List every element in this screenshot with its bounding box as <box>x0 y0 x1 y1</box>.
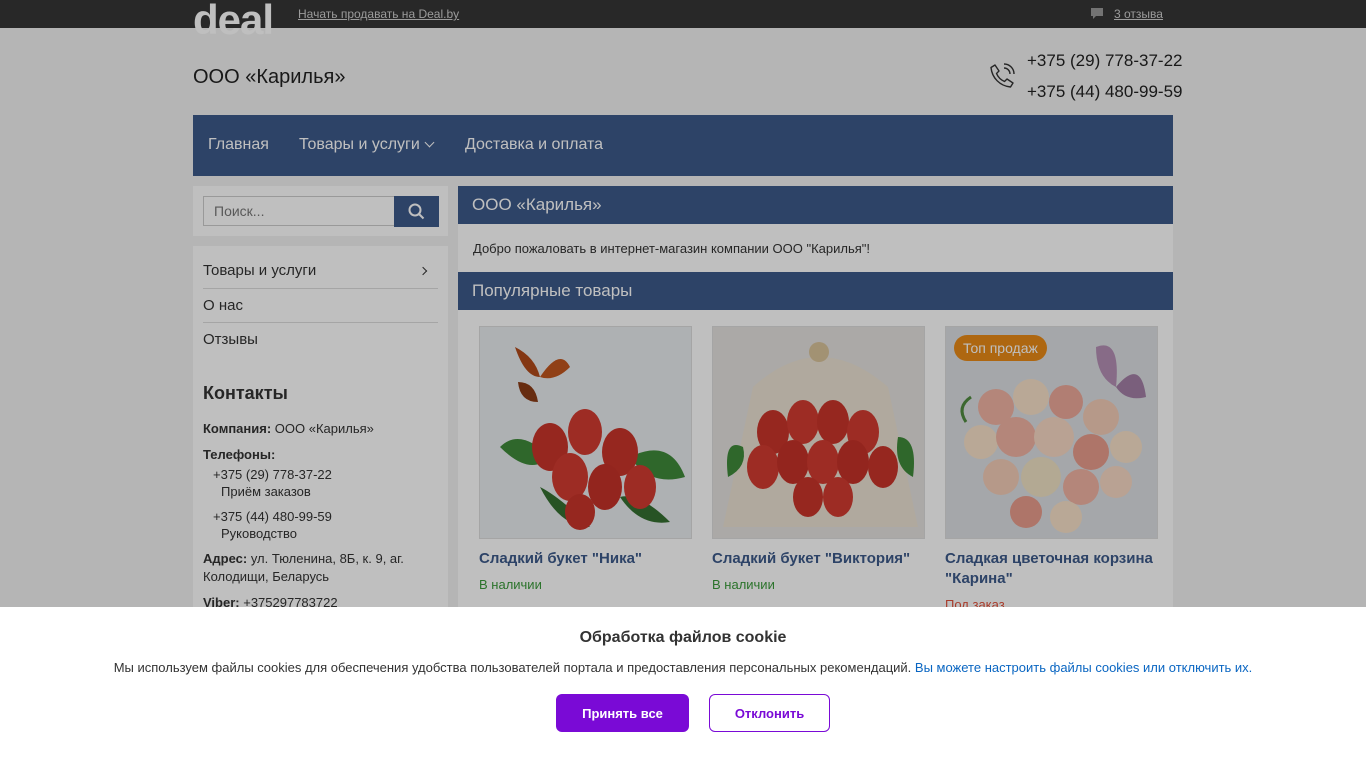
cookie-text-line: Мы используем файлы cookies для обеспече… <box>0 660 1366 675</box>
accept-all-button[interactable]: Принять все <box>556 694 689 732</box>
cookie-banner: Обработка файлов cookie Мы используем фа… <box>0 607 1366 768</box>
cookie-settings-link[interactable]: Вы можете настроить файлы cookies или от… <box>915 660 1252 675</box>
cookie-title: Обработка файлов cookie <box>579 629 787 646</box>
decline-button[interactable]: Отклонить <box>709 694 830 732</box>
cookie-description: Мы используем файлы cookies для обеспече… <box>113 660 912 675</box>
